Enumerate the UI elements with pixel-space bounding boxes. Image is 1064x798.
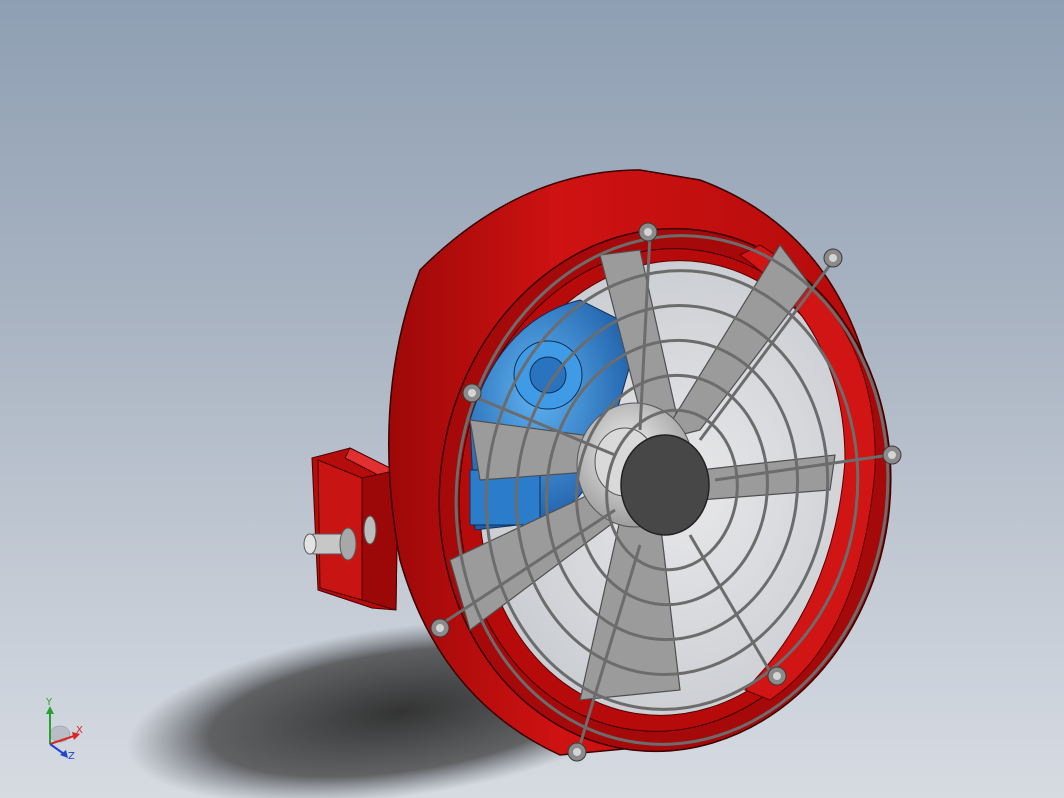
- reference-triad: Y X Z: [34, 697, 94, 764]
- fan-model-3d-view[interactable]: [0, 0, 1064, 798]
- graphics-viewport[interactable]: Y X Z: [0, 0, 1064, 798]
- y-axis-label: Y: [46, 697, 53, 708]
- z-axis-label: Z: [68, 751, 75, 762]
- z-axis-line: [49, 743, 65, 755]
- mounting-bracket[interactable]: [311, 447, 399, 611]
- x-axis-label: X: [76, 725, 83, 736]
- axis-triad-icon: [46, 706, 80, 758]
